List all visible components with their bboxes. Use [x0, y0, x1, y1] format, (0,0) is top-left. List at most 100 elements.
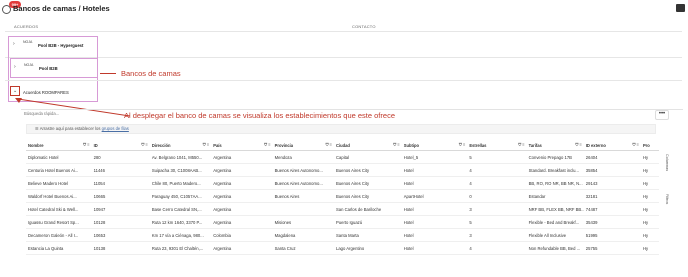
- table-cell: 5: [467, 215, 527, 229]
- table-cell: Hotel Catedral Ski & Well...: [26, 202, 92, 216]
- column-filter-icon[interactable]: ⛉ ≡: [633, 142, 639, 147]
- table-cell: Lago Argentino: [334, 241, 402, 255]
- column-header-label: Pro: [642, 142, 650, 148]
- table-cell: Hy: [640, 228, 659, 242]
- column-header-label: Ciudad: [336, 142, 350, 148]
- table-row[interactable]: Decameron Galeón - All I... 10653 Km 17 ví…: [26, 228, 659, 242]
- column-header-label: Subtipo: [403, 142, 419, 148]
- table-row[interactable]: Estancia La Quinta 10138 Ruta 23, 9301 El …: [26, 241, 659, 255]
- column-header[interactable]: ID externo ⛉ ≡: [583, 140, 641, 151]
- column-header[interactable]: Nombre ⛉ ≡: [26, 140, 92, 151]
- table-cell: Argentina: [211, 163, 273, 177]
- divider: [5, 31, 682, 32]
- table-cell: Misiones: [272, 215, 335, 229]
- column-filter-icon[interactable]: ⛉ ≡: [83, 142, 89, 147]
- divider: [5, 80, 682, 81]
- column-header[interactable]: Pro: [640, 140, 659, 151]
- agreement-label: Pool B2B: [39, 66, 58, 71]
- table-cell: Hy: [640, 241, 659, 255]
- table-cell: Hy: [640, 150, 659, 164]
- side-panel-tabs: Columnas Filtros: [662, 140, 676, 220]
- divider: [5, 57, 682, 58]
- table-cell: Colombia: [211, 228, 273, 242]
- column-filter-icon[interactable]: ⛉ ≡: [203, 142, 209, 147]
- column-filter-icon[interactable]: ⛉ ≡: [264, 142, 270, 147]
- column-header-label: ID: [93, 142, 98, 148]
- table-cell: Mendoza: [272, 150, 335, 164]
- column-header[interactable]: Dirección ⛉ ≡: [149, 140, 212, 151]
- agreement-row-pool-b2b[interactable]: › NOJA Pool B2B: [10, 58, 98, 78]
- column-filter-icon[interactable]: ⛉ ≡: [393, 142, 399, 147]
- table-cell: BB, RO, RO NR, BB NR, N...: [526, 176, 584, 190]
- table-cell: 29143: [583, 176, 641, 190]
- table-row[interactable]: Iguassu Grand Resort Sp... 10128 Ruta 12 k…: [26, 215, 659, 229]
- table-cell: Convenio Prepago 17B: [526, 150, 584, 164]
- table-cell: Argentina: [211, 202, 273, 216]
- table-cell: 5: [467, 150, 527, 164]
- table-cell: 35439: [583, 215, 641, 229]
- table-cell: ApartHotel: [401, 189, 468, 203]
- table-cell: Buenos Aires City: [334, 163, 402, 177]
- table-row[interactable]: Believe Madero Hotel 11054 Chile 80, Puert…: [26, 176, 659, 190]
- table-cell: Buenos Aires City: [334, 189, 402, 203]
- table-cell: Hy: [640, 189, 659, 203]
- chevron-right-icon[interactable]: ›: [14, 64, 16, 70]
- table-cell: Buenos Aires Autonomo...: [272, 163, 335, 177]
- filters-tab[interactable]: Filtros: [665, 194, 669, 204]
- column-header[interactable]: ID ⛉ ≡: [91, 140, 150, 151]
- columns-tab[interactable]: Columnas: [665, 154, 669, 171]
- table-cell: Capital: [334, 150, 402, 164]
- column-header[interactable]: País ⛉ ≡: [211, 140, 273, 151]
- table-cell: 51995: [583, 228, 641, 242]
- table-cell: Centuria Hotel Buenos Ai...: [26, 163, 92, 177]
- column-filter-icon[interactable]: ⛉ ≡: [518, 142, 524, 147]
- column-header[interactable]: Subtipo ⛉ ≡: [401, 140, 468, 151]
- hotels-table: Nombre ⛉ ≡ ID ⛉ ≡ Dirección ⛉ ≡ País ⛉ ≡ Provinc…: [26, 140, 659, 255]
- top-bar: 99+ Bancos de camas / Hoteles: [0, 0, 688, 17]
- export-icon[interactable]: [676, 4, 685, 12]
- column-filter-icon[interactable]: ⛉ ≡: [459, 142, 465, 147]
- table-row[interactable]: Hotel Catedral Ski & Well... 10947 Base Ce…: [26, 202, 659, 216]
- table-cell: Flexible - Bed and Breakf...: [526, 215, 584, 229]
- column-filter-icon[interactable]: ⛉ ≡: [326, 142, 332, 147]
- table-cell: Believe Madero Hotel: [26, 176, 92, 190]
- page-title: Bancos de camas / Hoteles: [13, 4, 110, 13]
- column-header[interactable]: Ciudad ⛉ ≡: [334, 140, 402, 151]
- column-header-label: Dirección: [151, 142, 171, 148]
- table-row[interactable]: Waldorf Hotel Buenos Ai... 10665 Paraguay …: [26, 189, 659, 203]
- column-filter-icon[interactable]: ⛉ ≡: [141, 142, 147, 147]
- column-header[interactable]: Provincia ⛉ ≡: [272, 140, 335, 151]
- table-cell: 4: [467, 241, 527, 255]
- table-cell: Estancia La Quinta: [26, 241, 92, 255]
- more-options-button[interactable]: •••: [655, 110, 669, 120]
- row-group-drop-zone[interactable]: ☰ Arrastre aquí para establecer los grup…: [26, 124, 656, 134]
- table-cell: 26404: [583, 150, 641, 164]
- expand-toggle[interactable]: ⌄: [10, 86, 20, 96]
- table-cell: 10665: [91, 189, 150, 203]
- table-cell: Hy: [640, 202, 659, 216]
- table-cell: Suipacha 30, C1008AAB...: [149, 163, 212, 177]
- table-cell: 74487: [583, 202, 641, 216]
- table-cell: 11054: [91, 176, 150, 190]
- quick-search-input[interactable]: Búsqueda rápida...: [24, 111, 184, 119]
- column-header[interactable]: Tarifas ⛉ ≡: [526, 140, 584, 151]
- table-cell: Argentina: [211, 189, 273, 203]
- column-filter-icon[interactable]: ⛉ ≡: [575, 142, 581, 147]
- table-cell: Diplomatic Hotel: [26, 150, 92, 164]
- table-row[interactable]: Diplomatic Hotel 280 Av. Belgrano 1041, M5…: [26, 150, 659, 164]
- table-cell: Estandar: [526, 189, 584, 203]
- table-cell: Santa Cruz: [272, 241, 335, 255]
- table-cell: Buenos Aires Autonomo...: [272, 176, 335, 190]
- chevron-down-icon[interactable]: ⌄: [13, 88, 17, 94]
- table-cell: Argentina: [211, 150, 273, 164]
- table-cell: Argentina: [211, 241, 273, 255]
- table-cell: Hotel: [401, 228, 468, 242]
- table-cell: Puerto Iguazú: [334, 215, 402, 229]
- table-cell: Waldorf Hotel Buenos Ai...: [26, 189, 92, 203]
- table-row[interactable]: Centuria Hotel Buenos Ai... 11446 Suipacha…: [26, 163, 659, 177]
- row-groups-link[interactable]: grupos de filas: [102, 126, 129, 131]
- table-cell: Buenos Aires: [272, 189, 335, 203]
- table-cell: Hotel: [401, 241, 468, 255]
- brand-logo: NOJA: [24, 63, 34, 67]
- column-header[interactable]: Estrellas ⛉ ≡: [467, 140, 527, 151]
